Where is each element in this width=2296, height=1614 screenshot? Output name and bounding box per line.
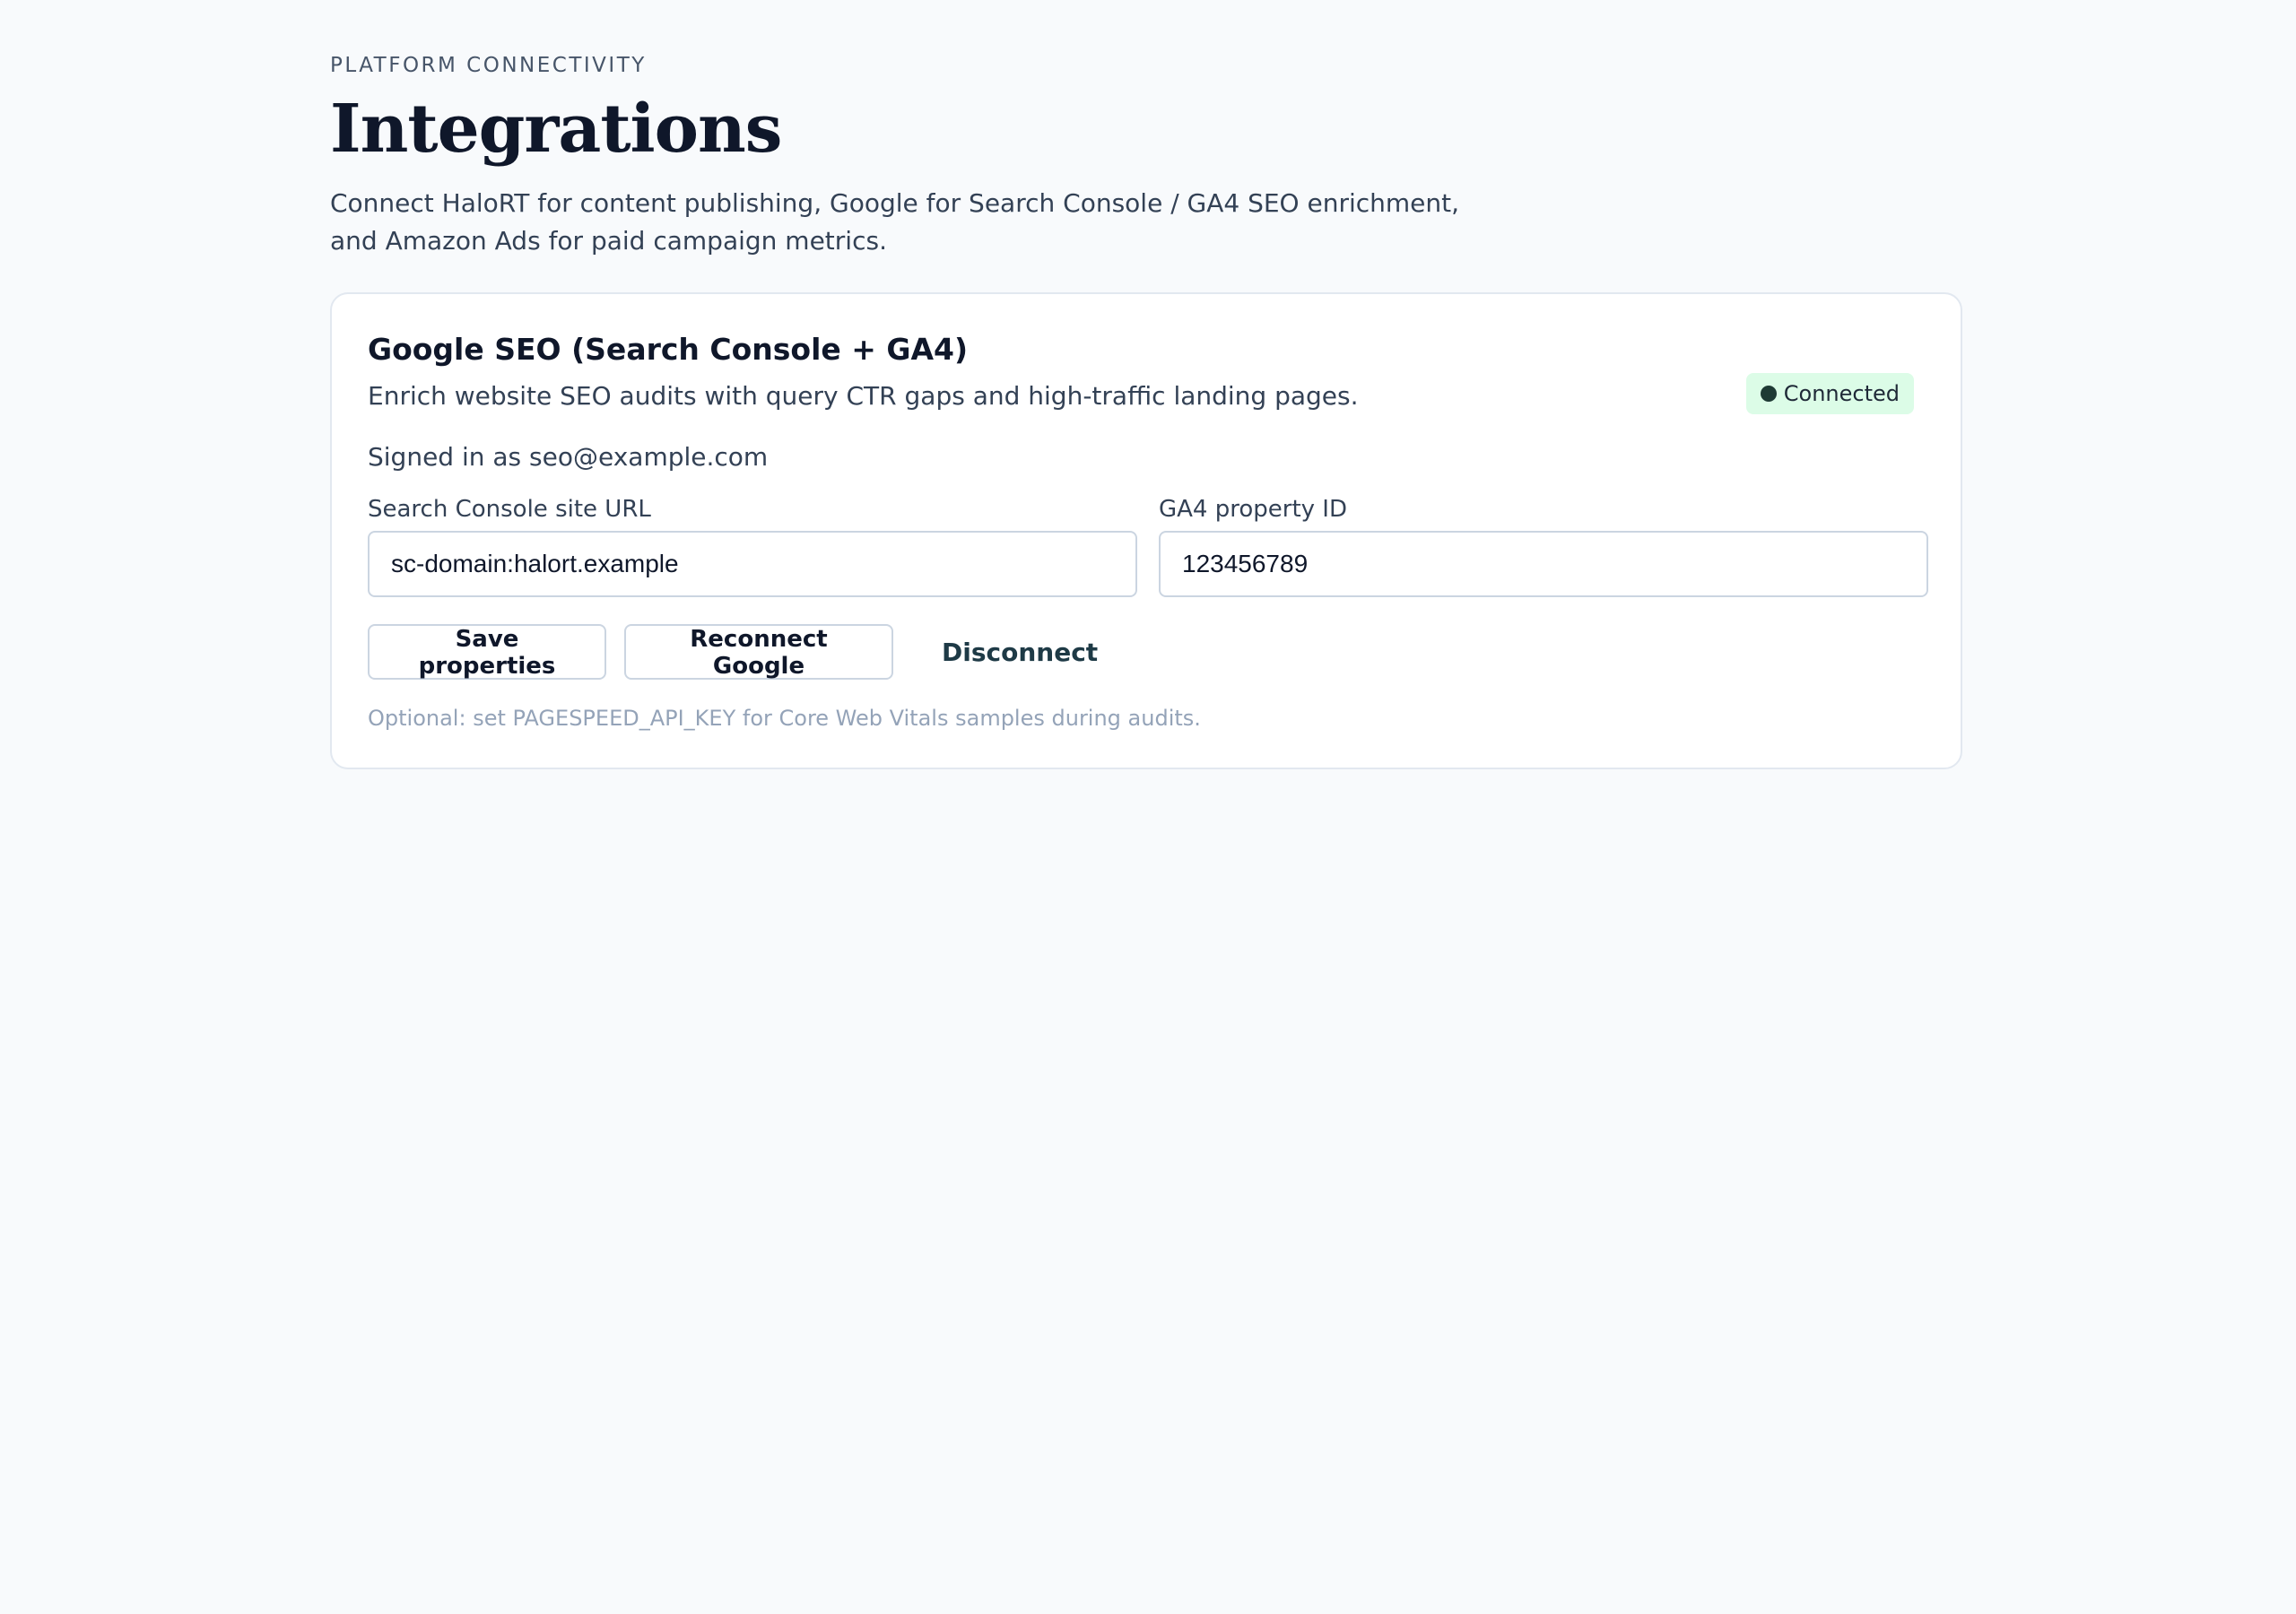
integrations-page: PLATFORM CONNECTIVITY Integrations Conne… [330,50,1966,769]
status-label: Connected [1783,381,1900,406]
save-properties-button[interactable]: Save properties [368,624,606,680]
ga4-property-field: GA4 property ID [1159,493,1928,597]
ga4-property-input[interactable] [1159,531,1928,597]
site-url-field: Search Console site URL [368,493,1137,597]
status-badge: Connected [1745,373,1914,414]
ga4-property-label: GA4 property ID [1159,496,1347,523]
site-url-label: Search Console site URL [368,496,651,523]
page-title: Integrations [330,91,782,168]
status-dot-icon [1760,386,1777,402]
card-title: Google SEO (Search Console + GA4) [368,332,969,367]
site-url-input[interactable] [368,531,1137,597]
page-description: Connect HaloRT for content publishing, G… [330,188,1460,256]
page-eyebrow: PLATFORM CONNECTIVITY [330,54,647,77]
disconnect-button[interactable]: Disconnect [942,624,1098,680]
signed-in-text: Signed in as seo@example.com [368,442,769,472]
google-seo-card: Google SEO (Search Console + GA4) Enrich… [330,292,1962,769]
pagespeed-hint: Optional: set PAGESPEED_API_KEY for Core… [368,706,1201,731]
card-description: Enrich website SEO audits with query CTR… [368,381,1359,411]
reconnect-google-button[interactable]: Reconnect Google [624,624,893,680]
